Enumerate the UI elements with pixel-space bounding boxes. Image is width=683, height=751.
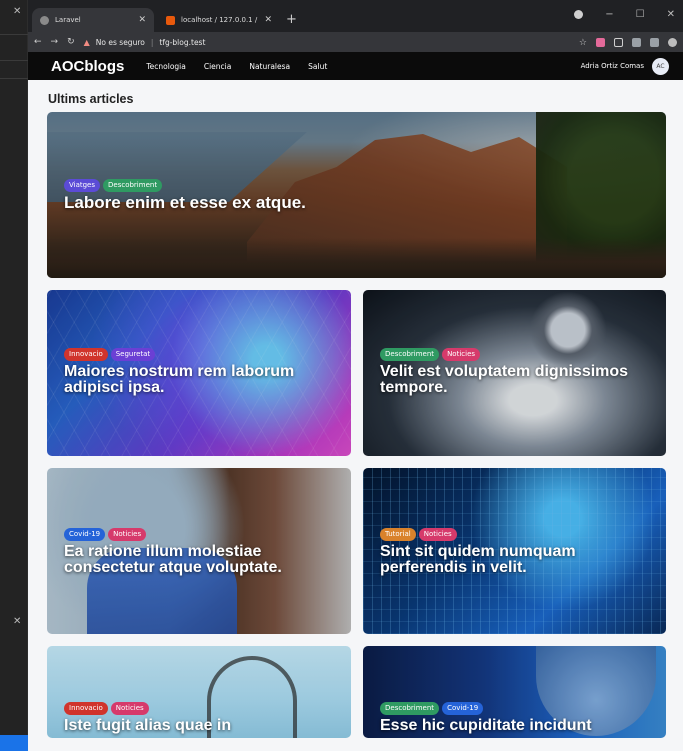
phpmyadmin-icon <box>166 15 175 25</box>
url-field[interactable]: ▲ No es seguro | tfg-blog.test <box>84 38 570 47</box>
article-card[interactable]: Innovacio Noticies Iste fugit alias quae … <box>47 646 351 738</box>
article-title[interactable]: Esse hic cupiditate incidunt <box>380 718 656 734</box>
menu-icon[interactable] <box>650 37 659 47</box>
category-tag[interactable]: Noticies <box>442 348 481 361</box>
tab-title: Laravel <box>55 16 81 24</box>
tag-list: Tutorial Noticies <box>380 528 656 541</box>
main-content: Ultims articles Viatges Descobriment Labo… <box>28 92 683 738</box>
warning-icon: ▲ <box>83 37 90 47</box>
avatar[interactable]: AC <box>652 57 669 75</box>
tab-bar: Laravel ✕ localhost / 127.0.0.1 / tfg_bl… <box>28 0 683 32</box>
account-icon[interactable] <box>668 37 677 47</box>
category-tag[interactable]: Noticies <box>418 528 457 541</box>
site-logo[interactable]: AOCblogs <box>51 58 124 75</box>
close-window-icon[interactable]: ✕ <box>667 9 675 20</box>
puzzle-icon[interactable] <box>632 37 641 47</box>
category-tag[interactable]: Viatges <box>64 179 101 192</box>
nav-links: Tecnologia Ciencia Naturalesa Salut <box>146 62 580 71</box>
category-tag[interactable]: Descobriment <box>103 179 163 192</box>
article-card[interactable]: Innovacio Seguretat Maiores nostrum rem l… <box>47 290 351 456</box>
url-text: tfg-blog.test <box>159 37 206 47</box>
featured-article-card[interactable]: Viatges Descobriment Labore enim et esse … <box>47 112 666 278</box>
status-indicator <box>0 735 28 751</box>
star-icon[interactable]: ☆ <box>579 38 587 48</box>
close-tab-icon[interactable]: ✕ <box>264 15 272 25</box>
nav-link-tecnologia[interactable]: Tecnologia <box>146 62 186 71</box>
article-title[interactable]: Labore enim et esse ex atque. <box>64 194 656 211</box>
tag-list: Innovacio Noticies <box>64 702 341 715</box>
user-name: Adria Ortiz Comas <box>580 62 644 70</box>
reload-icon[interactable]: ↻ <box>67 37 75 47</box>
extension-icon[interactable] <box>614 37 623 47</box>
window-controls: − ☐ ✕ <box>574 9 675 20</box>
tab-laravel[interactable]: Laravel ✕ <box>32 8 154 32</box>
category-tag[interactable]: Innovacio <box>64 702 108 715</box>
new-tab-button[interactable]: + <box>286 12 297 27</box>
maximize-icon[interactable]: ☐ <box>636 9 645 20</box>
tag-list: Descobriment Covid-19 <box>380 702 656 715</box>
tag-list: Viatges Descobriment <box>64 179 656 192</box>
article-card[interactable]: Descobriment Noticies Velit est voluptate… <box>363 290 666 456</box>
article-title[interactable]: Iste fugit alias quae in <box>64 718 341 734</box>
section-title: Ultims articles <box>48 92 134 106</box>
article-title[interactable]: Maiores nostrum rem laborum adipisci ips… <box>64 364 341 396</box>
extensions: ☆ <box>579 37 677 48</box>
article-card[interactable]: Tutorial Noticies Sint sit quidem numquam… <box>363 468 666 634</box>
article-title[interactable]: Ea ratione illum molestiae consectetur a… <box>64 544 341 576</box>
category-tag[interactable]: Noticies <box>110 702 149 715</box>
article-card[interactable]: Descobriment Covid-19 Esse hic cupiditate… <box>363 646 666 738</box>
article-title[interactable]: Sint sit quidem numquam perferendis in v… <box>380 544 656 576</box>
nav-link-naturalesa[interactable]: Naturalesa <box>249 62 290 71</box>
category-tag[interactable]: Seguretat <box>110 348 156 361</box>
tab-title: localhost / 127.0.0.1 / tfg_blog | ... <box>181 16 258 24</box>
user-menu[interactable]: Adria Ortiz Comas AC <box>580 57 669 75</box>
left-panel-strip: ✕ ✕ <box>0 0 28 751</box>
security-label: No es seguro <box>95 37 145 47</box>
close-icon[interactable]: ✕ <box>13 616 21 627</box>
globe-icon <box>40 15 49 25</box>
site-navbar: AOCblogs Tecnologia Ciencia Naturalesa S… <box>28 52 683 80</box>
nav-link-ciencia[interactable]: Ciencia <box>204 62 232 71</box>
article-card[interactable]: Covid-19 Noticies Ea ratione illum molest… <box>47 468 351 634</box>
back-icon[interactable]: ← <box>34 37 42 47</box>
address-bar: ← → ↻ ▲ No es seguro | tfg-blog.test ☆ <box>28 32 683 52</box>
nav-link-salut[interactable]: Salut <box>308 62 327 71</box>
tab-phpmyadmin[interactable]: localhost / 127.0.0.1 / tfg_blog | ... ✕ <box>158 8 280 32</box>
minimize-icon[interactable]: − <box>605 9 613 20</box>
tag-list: Innovacio Seguretat <box>64 348 341 361</box>
profile-icon[interactable] <box>574 10 584 19</box>
browser-window: Laravel ✕ localhost / 127.0.0.1 / tfg_bl… <box>28 0 683 751</box>
category-tag[interactable]: Covid-19 <box>442 702 484 715</box>
category-tag[interactable]: Noticies <box>108 528 147 541</box>
category-tag[interactable]: Tutorial <box>380 528 416 541</box>
forward-icon[interactable]: → <box>51 37 59 47</box>
tag-list: Descobriment Noticies <box>380 348 656 361</box>
category-tag[interactable]: Descobriment <box>380 702 440 715</box>
category-tag[interactable]: Innovacio <box>64 348 108 361</box>
tag-list: Covid-19 Noticies <box>64 528 341 541</box>
extension-icon[interactable] <box>596 37 605 47</box>
category-tag[interactable]: Covid-19 <box>64 528 106 541</box>
category-tag[interactable]: Descobriment <box>380 348 440 361</box>
close-icon[interactable]: ✕ <box>13 6 21 17</box>
close-tab-icon[interactable]: ✕ <box>138 15 146 25</box>
article-title[interactable]: Velit est voluptatem dignissimos tempore… <box>380 364 656 396</box>
